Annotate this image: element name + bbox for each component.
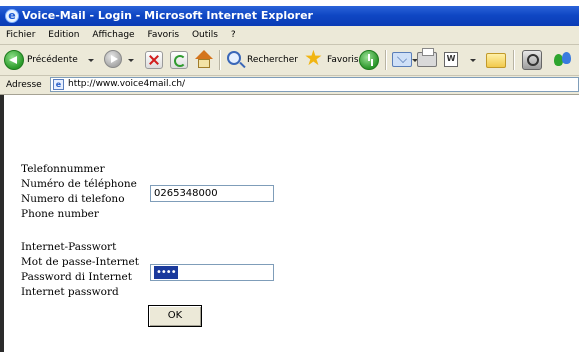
print-icon[interactable] [417, 48, 437, 67]
menu-favoris[interactable]: Favoris [142, 26, 184, 44]
password-input[interactable]: •••• [150, 264, 274, 281]
page-content [0, 95, 579, 352]
phone-label-it: Numero di telefono [21, 193, 125, 205]
menu-edition[interactable]: Edition [43, 26, 84, 44]
toolbar-separator [385, 50, 387, 70]
internet-explorer-icon: e [5, 9, 19, 23]
research-icon[interactable] [522, 50, 542, 70]
menu-bar: Fichier Edition Affichage Favoris Outils… [0, 26, 579, 45]
stop-icon[interactable] [145, 51, 163, 69]
password-mask: •••• [154, 266, 178, 279]
forward-dropdown-icon[interactable] [128, 59, 134, 62]
address-input[interactable]: e http://www.voice4mail.ch/ [50, 77, 579, 92]
password-label-en: Internet password [21, 286, 119, 298]
phone-label-en: Phone number [21, 208, 99, 220]
phone-label-de: Telefonnummer [21, 163, 105, 175]
forward-arrow-icon[interactable] [104, 50, 122, 68]
mail-icon[interactable] [392, 52, 412, 67]
page-icon: e [53, 79, 64, 90]
password-label-it: Password di Internet [21, 271, 132, 283]
search-button-label[interactable]: Rechercher [247, 49, 298, 71]
title-bar[interactable]: e Voice-Mail - Login - Microsoft Interne… [0, 6, 579, 26]
edit-dropdown-icon[interactable] [470, 59, 476, 62]
toolbar: Précédente Rechercher ★ Favoris W [0, 45, 579, 76]
back-button-label[interactable]: Précédente [27, 49, 78, 71]
password-label-fr: Mot de passe-Internet [21, 256, 139, 268]
menu-affichage[interactable]: Affichage [87, 26, 139, 44]
ok-button[interactable]: OK [148, 305, 202, 327]
messenger-icon[interactable] [553, 50, 573, 70]
favorites-star-icon[interactable]: ★ [304, 47, 323, 69]
window-left-edge [0, 95, 4, 352]
address-label: Adresse [6, 80, 42, 90]
phone-label-fr: Numéro de téléphone [21, 178, 137, 190]
toolbar-separator [219, 50, 221, 70]
favorites-button-label[interactable]: Favoris [327, 49, 359, 71]
search-icon[interactable] [227, 51, 241, 65]
menu-outils[interactable]: Outils [187, 26, 223, 44]
back-arrow-icon[interactable] [4, 50, 24, 70]
history-icon[interactable] [359, 50, 379, 70]
password-label-de: Internet-Passwort [21, 241, 117, 253]
menu-help[interactable]: ? [226, 26, 241, 44]
phone-number-input[interactable]: 0265348000 [150, 185, 274, 202]
window-title: Voice-Mail - Login - Microsoft Internet … [22, 9, 313, 22]
toolbar-separator [513, 50, 515, 70]
back-dropdown-icon[interactable] [88, 59, 94, 62]
refresh-icon[interactable] [170, 51, 188, 69]
address-bar: Adresse e http://www.voice4mail.ch/ [0, 76, 579, 95]
edit-icon[interactable]: W [444, 52, 458, 67]
folder-icon[interactable] [486, 53, 506, 68]
address-url: http://www.voice4mail.ch/ [68, 79, 186, 89]
home-icon[interactable] [194, 50, 214, 70]
menu-fichier[interactable]: Fichier [0, 26, 40, 44]
